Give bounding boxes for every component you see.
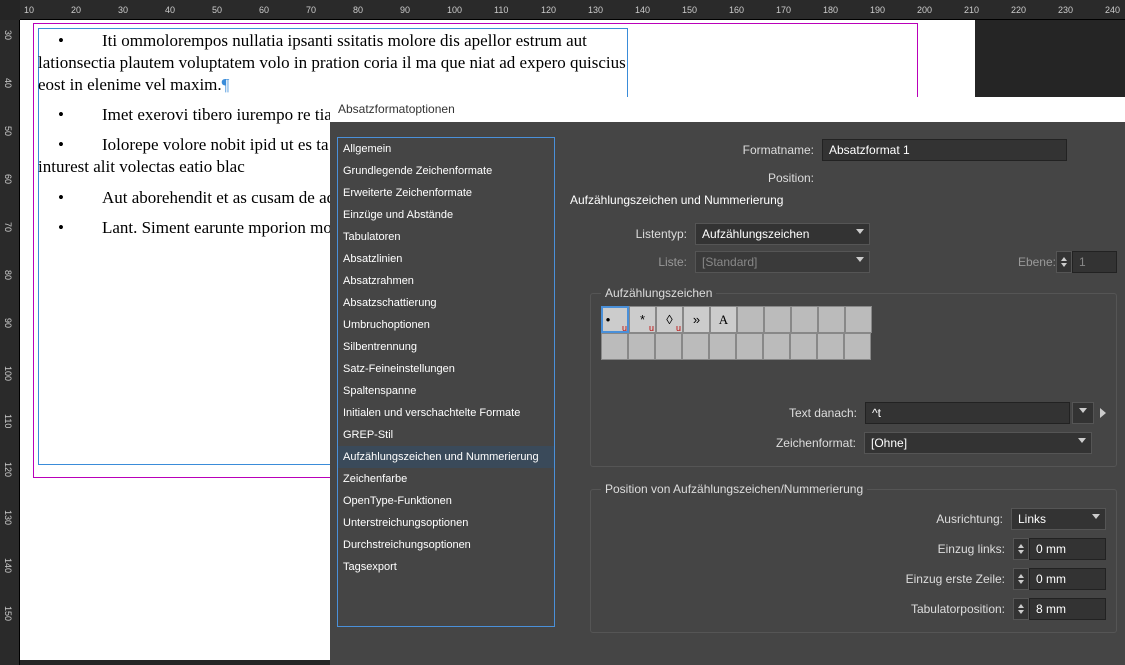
- chevron-down-icon: [1078, 438, 1086, 443]
- sidebar-item[interactable]: Umbruchoptionen: [338, 314, 554, 336]
- bullet-glyph[interactable]: A: [710, 306, 737, 333]
- chevron-down-icon: [856, 229, 864, 234]
- paragraph[interactable]: •Iti ommolorempos nullatia ipsanti ssita…: [38, 30, 638, 96]
- sidebar-item[interactable]: Unterstreichungsoptionen: [338, 512, 554, 534]
- bullet-glyph[interactable]: [628, 333, 655, 360]
- sidebar-item[interactable]: OpenType-Funktionen: [338, 490, 554, 512]
- bullet-glyph[interactable]: [818, 306, 845, 333]
- chevron-down-icon: [1079, 408, 1087, 413]
- bullet-glyph[interactable]: [764, 306, 791, 333]
- listentyp-select[interactable]: Aufzählungszeichen: [695, 223, 870, 245]
- bullet-position-group: Position von Aufzählungszeichen/Nummerie…: [590, 489, 1117, 633]
- format-name-input[interactable]: [822, 139, 1067, 161]
- bullet-glyph-row-2: [601, 333, 1106, 360]
- chevron-down-icon: [1061, 263, 1067, 267]
- sidebar-item[interactable]: Absatzschattierung: [338, 292, 554, 314]
- format-name-label: Formatname:: [570, 143, 822, 157]
- bullet-glyph[interactable]: [791, 306, 818, 333]
- section-title: Aufzählungszeichen und Nummerierung: [570, 193, 1117, 207]
- sidebar-item[interactable]: Zeichenfarbe: [338, 468, 554, 490]
- bullet-glyph[interactable]: [790, 333, 817, 360]
- bullet-character-group: Aufzählungszeichen •u*u◊u»A Text danach:…: [590, 293, 1117, 467]
- zeichenformat-value: [Ohne]: [871, 436, 907, 450]
- einzug-links-input[interactable]: [1029, 538, 1106, 560]
- einzug-links-label: Einzug links:: [678, 542, 1013, 556]
- einzug-erste-stepper[interactable]: [1013, 568, 1106, 590]
- bullet-glyph[interactable]: [736, 333, 763, 360]
- sidebar-item[interactable]: Absatzlinien: [338, 248, 554, 270]
- bullet-glyph[interactable]: [737, 306, 764, 333]
- position-label: Position:: [570, 171, 822, 185]
- sidebar-item[interactable]: GREP-Stil: [338, 424, 554, 446]
- paragraph-style-options-dialog: Absatzformatoptionen AllgemeinGrundlegen…: [330, 97, 1125, 665]
- chevron-down-icon: [1092, 514, 1100, 519]
- spin-buttons: [1056, 251, 1072, 273]
- listentyp-label: Listentyp:: [590, 227, 695, 241]
- ruler-left: 30405060708090100110120130140150: [0, 20, 20, 665]
- arrow-right-icon[interactable]: [1100, 408, 1106, 418]
- tabpos-label: Tabulatorposition:: [678, 602, 1013, 616]
- bullet-glyph[interactable]: ◊u: [656, 306, 683, 333]
- tabpos-stepper[interactable]: [1013, 598, 1106, 620]
- text-danach-menu[interactable]: [1072, 402, 1094, 424]
- bullet-glyph[interactable]: [817, 333, 844, 360]
- bullet-glyph-row: •u*u◊u»A: [601, 306, 1106, 333]
- bullet-glyph[interactable]: [845, 306, 872, 333]
- sidebar-item[interactable]: Allgemein: [338, 138, 554, 160]
- sidebar-item[interactable]: Absatzrahmen: [338, 270, 554, 292]
- dialog-title: Absatzformatoptionen: [330, 97, 1125, 122]
- sidebar-item[interactable]: Erweiterte Zeichenformate: [338, 182, 554, 204]
- sidebar-item[interactable]: Grundlegende Zeichenformate: [338, 160, 554, 182]
- sidebar-item[interactable]: Spaltenspanne: [338, 380, 554, 402]
- bullet-glyph[interactable]: [709, 333, 736, 360]
- bullet-glyph[interactable]: *u: [629, 306, 656, 333]
- text-danach-label: Text danach:: [789, 406, 865, 420]
- ausrichtung-value: Links: [1018, 512, 1046, 526]
- bullet-glyph[interactable]: [763, 333, 790, 360]
- dialog-sidebar: AllgemeinGrundlegende ZeichenformateErwe…: [337, 137, 555, 627]
- bullet-position-legend: Position von Aufzählungszeichen/Nummerie…: [601, 482, 867, 496]
- bullet-glyph[interactable]: [601, 333, 628, 360]
- ebene-stepper: [1056, 251, 1117, 273]
- zeichenformat-select[interactable]: [Ohne]: [864, 432, 1092, 454]
- ruler-top: 1020304050607080901001101201301401501601…: [20, 0, 1125, 20]
- sidebar-item[interactable]: Einzüge und Abstände: [338, 204, 554, 226]
- liste-value: [Standard]: [702, 255, 757, 269]
- liste-select: [Standard]: [695, 251, 870, 273]
- bullet-glyph[interactable]: [682, 333, 709, 360]
- sidebar-item[interactable]: Durchstreichungsoptionen: [338, 534, 554, 556]
- sidebar-item[interactable]: Tagsexport: [338, 556, 554, 578]
- ausrichtung-select[interactable]: Links: [1011, 508, 1106, 530]
- einzug-links-stepper[interactable]: [1013, 538, 1106, 560]
- ausrichtung-label: Ausrichtung:: [676, 512, 1011, 526]
- sidebar-item[interactable]: Tabulatoren: [338, 226, 554, 248]
- sidebar-item[interactable]: Initialen und verschachtelte Formate: [338, 402, 554, 424]
- einzug-erste-label: Einzug erste Zeile:: [678, 572, 1013, 586]
- bullet-glyph[interactable]: [655, 333, 682, 360]
- tabpos-input[interactable]: [1029, 598, 1106, 620]
- ebene-label: Ebene:: [1018, 255, 1056, 269]
- chevron-down-icon: [856, 257, 864, 262]
- text-danach-input[interactable]: [865, 402, 1070, 424]
- liste-label: Liste:: [590, 255, 695, 269]
- bullet-character-legend: Aufzählungszeichen: [601, 286, 716, 300]
- sidebar-item[interactable]: Aufzählungszeichen und Nummerierung: [338, 446, 554, 468]
- zeichenformat-label: Zeichenformat:: [776, 436, 864, 450]
- bullet-glyph[interactable]: »: [683, 306, 710, 333]
- bullet-glyph[interactable]: [844, 333, 871, 360]
- listentyp-value: Aufzählungszeichen: [702, 227, 809, 241]
- bullet-glyph[interactable]: •u: [601, 306, 629, 333]
- chevron-up-icon: [1061, 257, 1067, 261]
- sidebar-item[interactable]: Satz-Feineinstellungen: [338, 358, 554, 380]
- einzug-erste-input[interactable]: [1029, 568, 1106, 590]
- ebene-input: [1072, 251, 1117, 273]
- sidebar-item[interactable]: Silbentrennung: [338, 336, 554, 358]
